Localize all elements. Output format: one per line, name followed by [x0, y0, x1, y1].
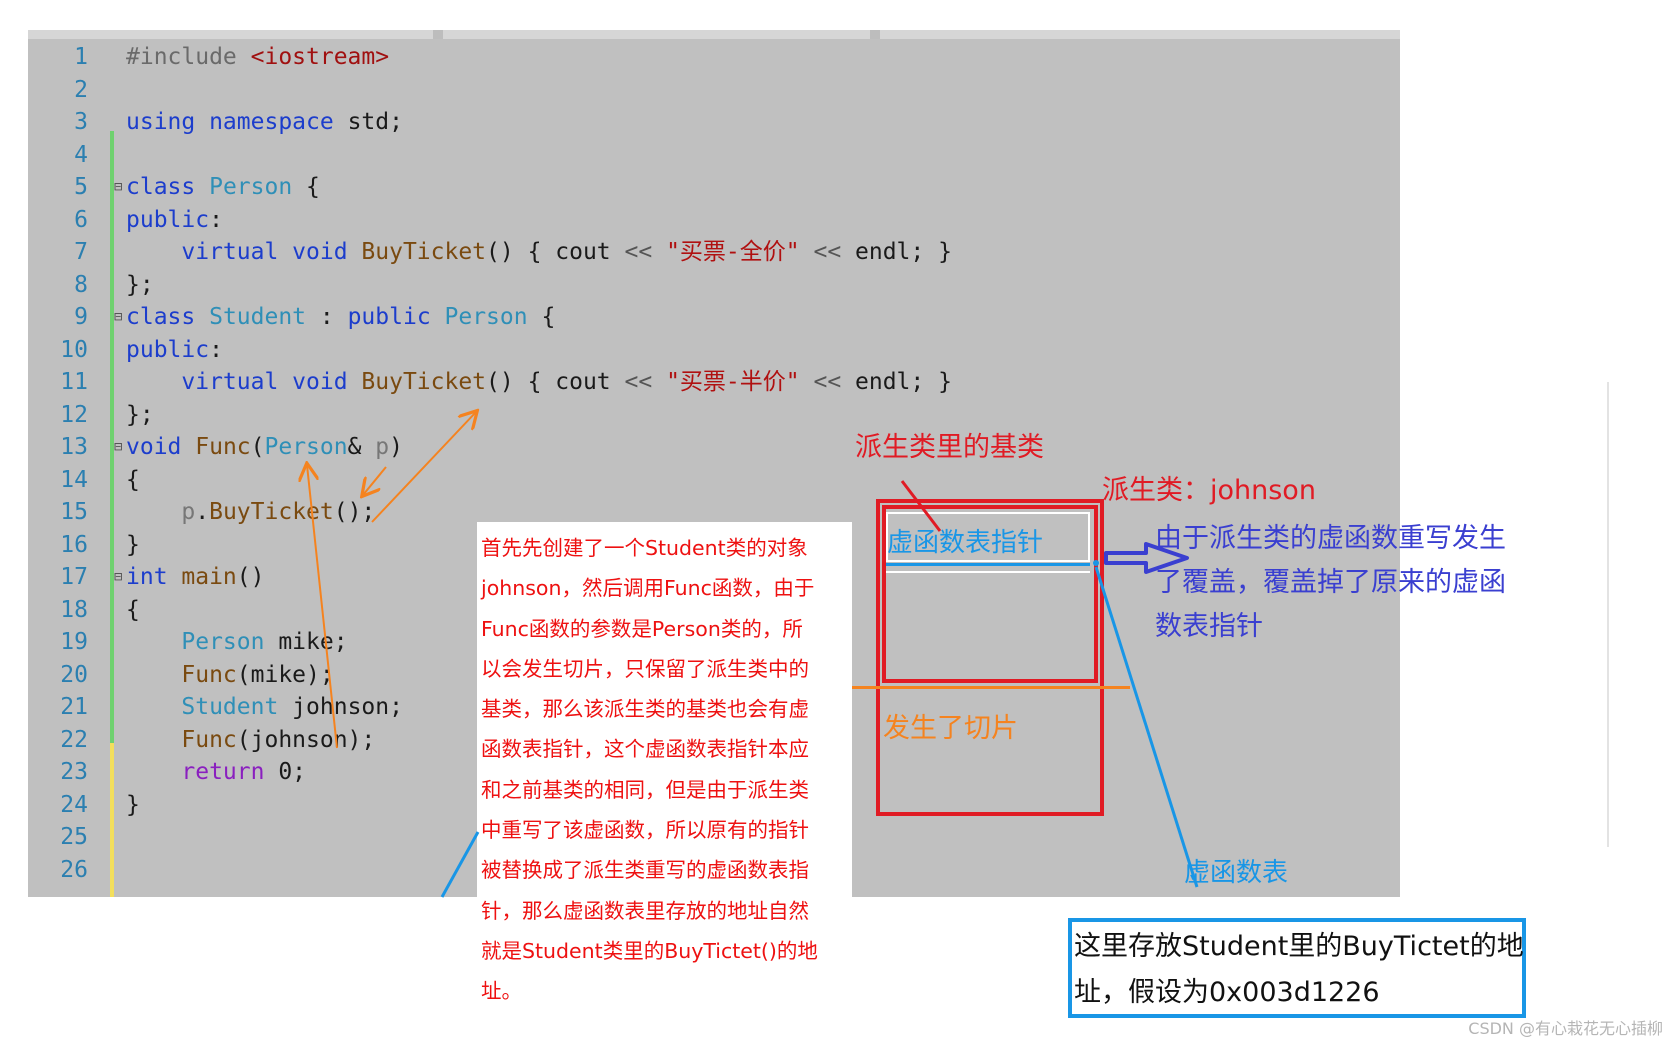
- blue-pointer-line: [1094, 566, 1199, 888]
- pointer-dot: [1093, 560, 1099, 566]
- annotation-arrows: [0, 0, 1199, 898]
- orange-arrow: [307, 465, 338, 749]
- blue-pointer-line: [440, 831, 480, 898]
- red-pointer-line: [900, 480, 942, 532]
- watermark: CSDN @有心栽花无心插柳: [1468, 1019, 1663, 1038]
- orange-arrow: [363, 466, 387, 495]
- blue-arrow-icon: [1104, 542, 1189, 574]
- orange-arrow: [371, 412, 476, 523]
